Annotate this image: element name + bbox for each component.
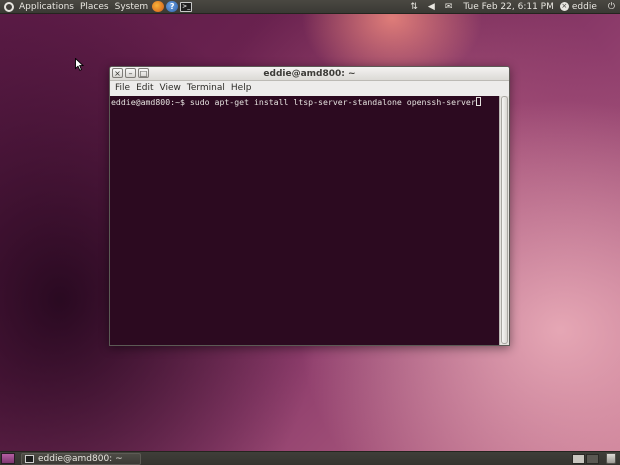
user-menu[interactable]: × eddie bbox=[559, 1, 597, 12]
terminal-launcher-icon[interactable]: >_ bbox=[180, 1, 193, 12]
workspace-2[interactable] bbox=[586, 453, 599, 464]
taskbar-entry-label: eddie@amd800: ~ bbox=[38, 453, 123, 464]
trash-icon[interactable] bbox=[606, 453, 616, 464]
clock[interactable]: Tue Feb 22, 6:11 PM bbox=[463, 2, 553, 12]
firefox-icon[interactable] bbox=[152, 1, 165, 12]
terminal-icon bbox=[25, 454, 34, 463]
top-panel: Applications Places System ? >_ ⇅ ◀ ✉ Tu… bbox=[0, 0, 620, 14]
typed-command: sudo apt-get install ltsp-server-standal… bbox=[189, 97, 476, 107]
applications-menu[interactable]: Applications bbox=[16, 0, 77, 14]
network-icon[interactable]: ⇅ bbox=[410, 0, 418, 14]
terminal-body[interactable]: eddie@amd800:~$ sudo apt-get install lts… bbox=[110, 96, 509, 345]
terminal-scrollbar[interactable] bbox=[499, 96, 509, 345]
menu-terminal[interactable]: Terminal bbox=[184, 81, 228, 96]
places-menu[interactable]: Places bbox=[77, 0, 112, 14]
bottom-panel: eddie@amd800: ~ bbox=[0, 451, 620, 465]
panel-tray: ⇅ ◀ ✉ Tue Feb 22, 6:11 PM × eddie ⏻ bbox=[405, 0, 620, 14]
text-cursor bbox=[475, 97, 481, 106]
system-menu[interactable]: System bbox=[112, 0, 152, 14]
menu-file[interactable]: File bbox=[112, 81, 133, 96]
scrollbar-thumb[interactable] bbox=[501, 96, 508, 344]
volume-icon[interactable]: ◀ bbox=[428, 0, 435, 14]
menu-edit[interactable]: Edit bbox=[133, 81, 156, 96]
user-name: eddie bbox=[571, 1, 597, 12]
ubuntu-logo-icon[interactable] bbox=[4, 1, 14, 12]
desktop[interactable]: Applications Places System ? >_ ⇅ ◀ ✉ Tu… bbox=[0, 0, 620, 465]
taskbar-entry-terminal[interactable]: eddie@amd800: ~ bbox=[21, 452, 141, 465]
menu-view[interactable]: View bbox=[157, 81, 184, 96]
workspace-switcher bbox=[572, 453, 600, 464]
workspace-1[interactable] bbox=[572, 453, 585, 464]
mouse-pointer-icon bbox=[75, 58, 84, 71]
terminal-menu-bar: File Edit View Terminal Help bbox=[110, 81, 509, 96]
help-icon[interactable]: ? bbox=[166, 1, 179, 12]
shell-prompt: eddie@amd800:~$ bbox=[111, 97, 190, 107]
mail-icon[interactable]: ✉ bbox=[445, 0, 453, 14]
show-desktop-button[interactable] bbox=[1, 453, 15, 464]
window-title: eddie@amd800: ~ bbox=[263, 69, 356, 79]
window-title-bar[interactable]: × – □ eddie@amd800: ~ bbox=[110, 67, 509, 81]
terminal-output[interactable]: eddie@amd800:~$ sudo apt-get install lts… bbox=[111, 97, 497, 345]
menu-help[interactable]: Help bbox=[228, 81, 255, 96]
power-icon[interactable]: ⏻ bbox=[608, 0, 615, 14]
terminal-window[interactable]: × – □ eddie@amd800: ~ File Edit View Ter… bbox=[109, 66, 510, 346]
user-status-icon: × bbox=[559, 2, 569, 11]
